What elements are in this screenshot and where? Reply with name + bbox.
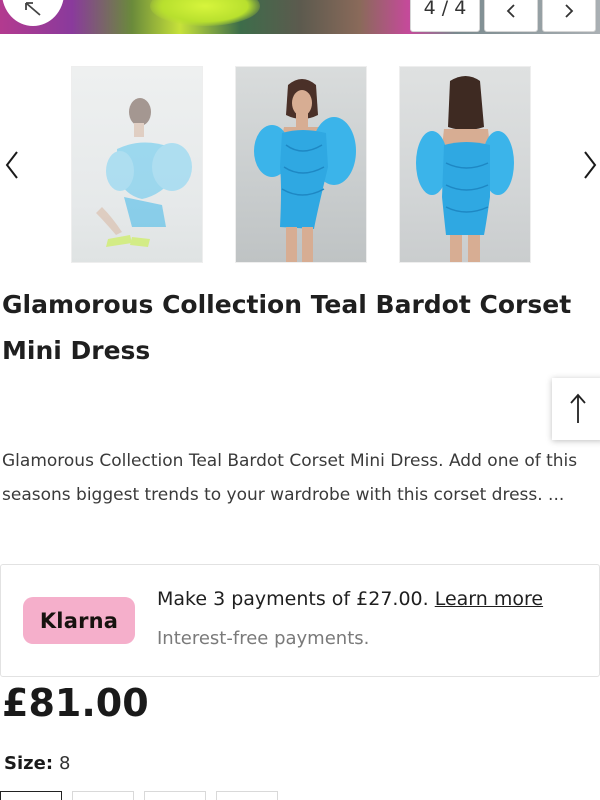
klarna-payment-box: Klarna Make 3 payments of £27.00. Learn … xyxy=(0,564,600,677)
product-title: Glamorous Collection Teal Bardot Corset … xyxy=(2,290,572,365)
size-selected-value: 8 xyxy=(59,753,71,774)
size-selector-label: Size: 8 xyxy=(4,753,70,774)
size-option[interactable] xyxy=(216,791,278,800)
image-next-button[interactable] xyxy=(542,0,596,32)
thumbnail-prev-button[interactable] xyxy=(0,145,24,185)
chevron-right-icon xyxy=(565,4,574,18)
klarna-payments-line: Make 3 payments of £27.00. Learn more xyxy=(157,588,543,610)
model-image xyxy=(416,76,514,262)
klarna-logo-text: Klarna xyxy=(39,608,119,633)
image-counter: 4 / 4 xyxy=(410,0,480,32)
chevron-left-icon xyxy=(5,151,18,179)
expand-diagonal-icon xyxy=(25,2,41,16)
product-description: Glamorous Collection Teal Bardot Corset … xyxy=(2,451,578,505)
klarna-payments-text: Make 3 payments of £27.00. xyxy=(157,588,429,610)
size-label: Size: xyxy=(4,753,54,774)
thumbnail-next-button[interactable] xyxy=(578,145,600,185)
thumbnail-1[interactable] xyxy=(71,66,203,263)
klarna-learn-more-link[interactable]: Learn more xyxy=(435,588,543,610)
back-to-top-button[interactable] xyxy=(552,378,600,440)
model-image xyxy=(254,79,356,262)
model-image xyxy=(96,98,192,247)
klarna-logo: Klarna xyxy=(23,597,135,644)
klarna-subtext: Interest-free payments. xyxy=(157,628,370,649)
image-counter-text: 4 / 4 xyxy=(423,0,467,19)
size-option[interactable] xyxy=(144,791,206,800)
chevron-right-icon xyxy=(584,151,597,179)
size-option[interactable] xyxy=(72,791,134,800)
arrow-up-icon xyxy=(570,393,586,423)
image-detail xyxy=(150,0,260,26)
thumbnail-3[interactable] xyxy=(399,66,531,263)
product-price: £81.00 xyxy=(2,681,149,725)
thumbnail-2[interactable] xyxy=(235,66,367,263)
size-option[interactable] xyxy=(0,791,62,800)
main-product-image[interactable]: 4 / 4 xyxy=(0,0,600,34)
chevron-left-icon xyxy=(506,4,515,18)
image-prev-button[interactable] xyxy=(484,0,538,32)
expand-image-button[interactable] xyxy=(2,0,64,26)
